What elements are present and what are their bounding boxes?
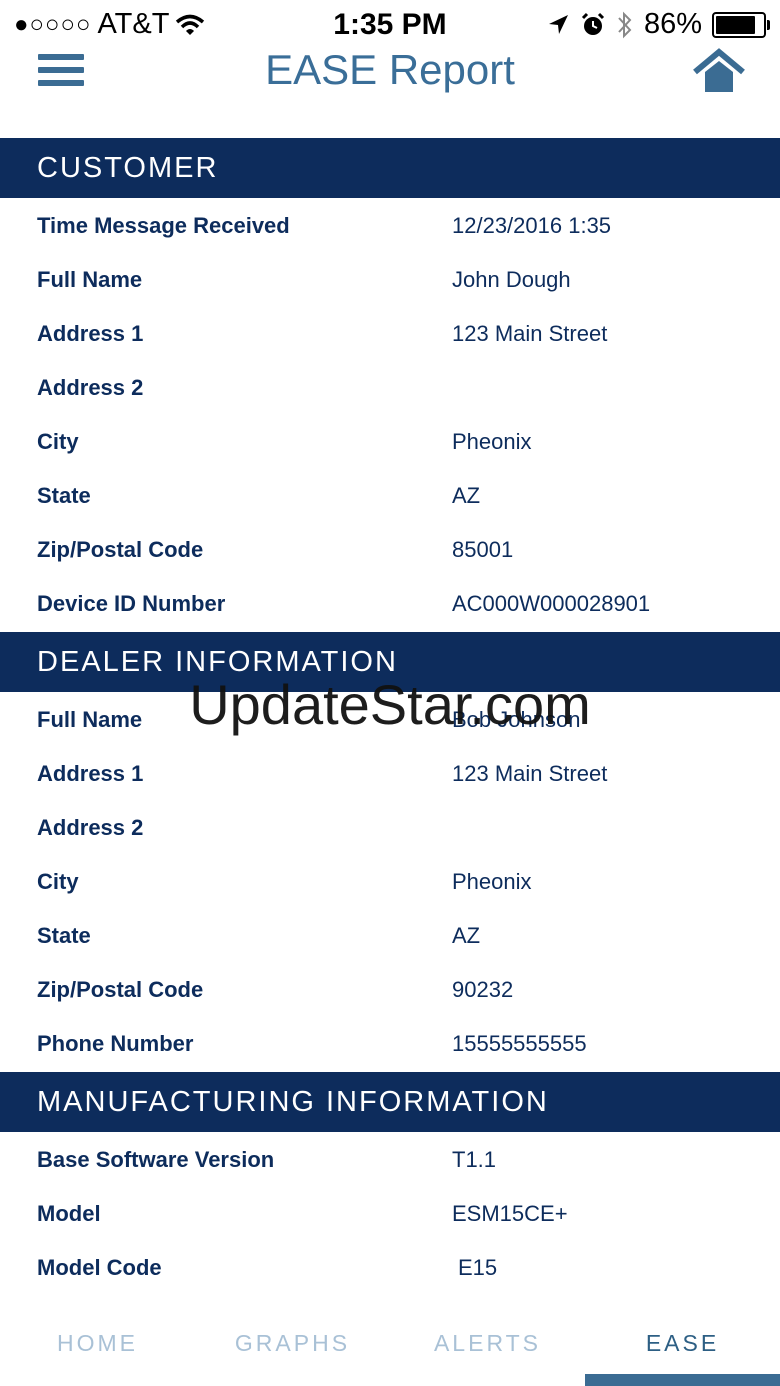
- field-label: State: [37, 483, 91, 508]
- field-value: ESM15CE+: [452, 1201, 568, 1226]
- section-title: CUSTOMER: [37, 152, 219, 184]
- field-value: AZ: [452, 483, 481, 508]
- dealer-row: State AZ: [0, 923, 780, 977]
- field-label: State: [37, 923, 91, 948]
- dealer-row: Address 2: [0, 815, 780, 869]
- field-value: AZ: [452, 923, 481, 948]
- field-label: Time Message Received: [37, 213, 290, 238]
- field-value: 123 Main Street: [452, 761, 608, 786]
- field-value: Pheonix: [452, 869, 532, 894]
- battery-percent: 86%: [643, 8, 702, 40]
- field-label: Device ID Number: [37, 591, 226, 616]
- customer-row: Full Name John Dough: [0, 267, 780, 321]
- home-icon: [693, 48, 745, 92]
- active-tab-indicator: [585, 1374, 780, 1386]
- location-arrow-icon: [548, 14, 568, 34]
- status-right: 86%: [546, 8, 770, 41]
- alarm-icon: [581, 12, 605, 35]
- field-label: Base Software Version: [37, 1147, 275, 1172]
- app-header: EASE Report: [0, 40, 780, 110]
- manufacturing-row: Model ESM15CE+: [0, 1201, 780, 1255]
- field-label: Zip/Postal Code: [37, 977, 204, 1002]
- customer-row: State AZ: [0, 483, 780, 537]
- field-value: AC000W000028901: [452, 591, 651, 616]
- field-label: Full Name: [37, 267, 143, 292]
- field-label: Model: [37, 1201, 101, 1226]
- dealer-row: Zip/Postal Code 90232: [0, 977, 780, 1031]
- section-title: MANUFACTURING INFORMATION: [37, 1086, 549, 1118]
- field-value: 123 Main Street: [452, 321, 608, 346]
- field-label: Address 1: [37, 321, 144, 346]
- home-button[interactable]: [692, 48, 746, 94]
- field-value: John Dough: [452, 267, 571, 292]
- field-label: Model Code: [37, 1255, 162, 1280]
- customer-row: Address 2: [0, 375, 780, 429]
- page-title: EASE Report: [265, 46, 515, 93]
- watermark-text: UpdateStar.com: [189, 673, 591, 736]
- tab-home[interactable]: HOME: [0, 1330, 195, 1357]
- section-header-manufacturing: MANUFACTURING INFORMATION: [0, 1072, 780, 1132]
- customer-row: Time Message Received 12/23/2016 1:35: [0, 213, 780, 267]
- tab-alerts[interactable]: ALERTS: [390, 1330, 585, 1357]
- field-value: 12/23/2016 1:35: [452, 213, 612, 238]
- dealer-row: City Pheonix: [0, 869, 780, 923]
- field-label: Address 1: [37, 761, 144, 786]
- field-label: Address 2: [37, 815, 144, 840]
- customer-row: Zip/Postal Code 85001: [0, 537, 780, 591]
- field-label: Zip/Postal Code: [37, 537, 204, 562]
- field-label: City: [37, 429, 79, 454]
- battery-icon: [712, 11, 770, 38]
- field-label: City: [37, 869, 79, 894]
- section-header-customer: CUSTOMER: [0, 138, 780, 198]
- field-value: Pheonix: [452, 429, 532, 454]
- field-label: Address 2: [37, 375, 144, 400]
- field-value: 15555555555: [452, 1031, 587, 1056]
- tab-bar: HOME GRAPHS ALERTS EASE: [0, 1312, 780, 1386]
- field-value: T1.1: [452, 1147, 497, 1172]
- dealer-row: Address 1 123 Main Street: [0, 761, 780, 815]
- bluetooth-icon: [618, 11, 632, 38]
- manufacturing-row: Model Code E15: [0, 1255, 780, 1309]
- tab-graphs[interactable]: GRAPHS: [195, 1330, 390, 1357]
- customer-row: Address 1 123 Main Street: [0, 321, 780, 375]
- field-value: 85001: [452, 537, 514, 562]
- field-value: 90232: [452, 977, 514, 1002]
- customer-row: City Pheonix: [0, 429, 780, 483]
- field-value: E15: [458, 1255, 498, 1280]
- field-label: Phone Number: [37, 1031, 194, 1056]
- battery-fill: [716, 15, 755, 34]
- tab-ease[interactable]: EASE: [585, 1330, 780, 1357]
- manufacturing-row: Base Software Version T1.1: [0, 1147, 780, 1201]
